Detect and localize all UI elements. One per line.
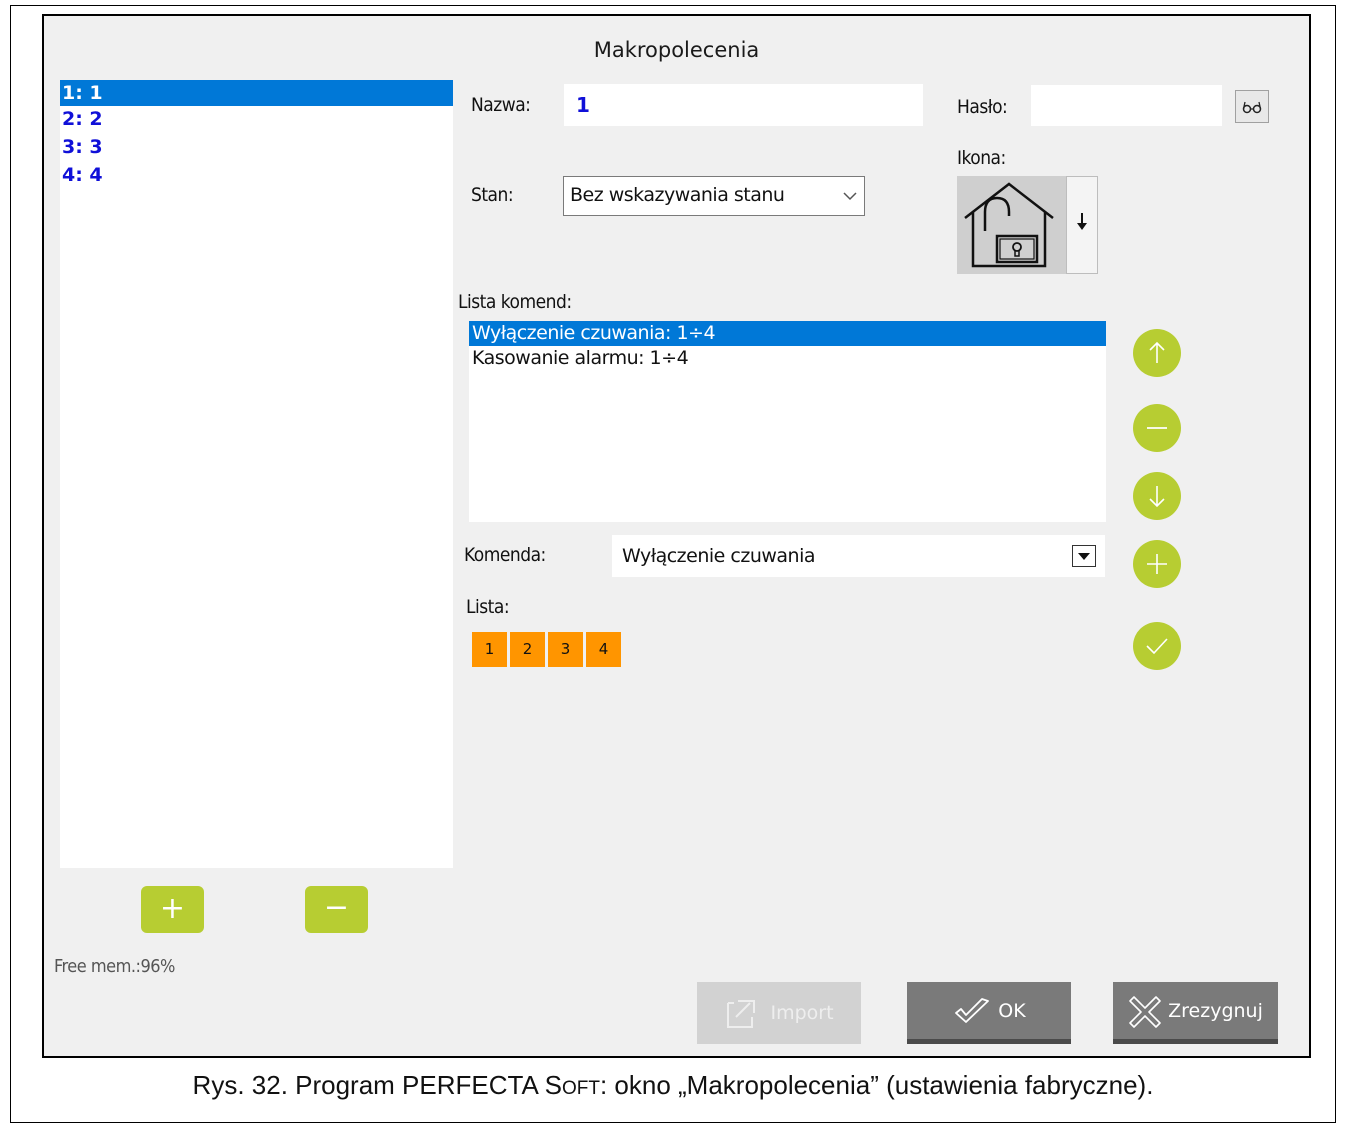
lista-item[interactable]: 1: [472, 632, 507, 667]
confirm-command-button[interactable]: [1133, 622, 1181, 670]
check-icon: [1146, 638, 1168, 655]
name-value: 1: [576, 93, 590, 117]
arrow-down-icon: [1077, 213, 1087, 230]
cancel-button[interactable]: Zrezygnuj: [1113, 982, 1278, 1044]
import-icon: [727, 999, 756, 1028]
command-label: Komenda:: [464, 544, 546, 566]
macro-list-item[interactable]: 3: 3: [60, 134, 453, 162]
import-label: Import: [770, 1002, 834, 1024]
macro-list-item[interactable]: 1: 1: [60, 80, 453, 106]
add-macro-button[interactable]: +: [141, 886, 204, 933]
command-select[interactable]: Wyłączenie czuwania: [612, 535, 1105, 577]
command-list-item[interactable]: Kasowanie alarmu: 1÷4: [469, 346, 1106, 371]
name-label: Nazwa:: [471, 94, 531, 116]
close-icon: [1129, 995, 1161, 1028]
makropolecenia-window: Makropolecenia 1: 1 2: 2 3: 3 4: 4 + − F…: [42, 14, 1311, 1058]
caption-small-caps: OFT: [561, 1078, 600, 1099]
macro-list-item[interactable]: 4: 4: [60, 162, 453, 190]
macro-list[interactable]: 1: 1 2: 2 3: 3 4: 4: [60, 80, 453, 868]
arrow-up-icon: [1149, 341, 1165, 363]
name-field[interactable]: 1: [564, 84, 923, 126]
command-dropdown-button[interactable]: [1072, 545, 1096, 567]
ok-button[interactable]: OK: [907, 982, 1071, 1044]
lista-item[interactable]: 2: [510, 632, 545, 667]
caption-suffix: : okno „Makropolecenia” (ustawienia fabr…: [599, 1070, 1154, 1100]
caption-prefix: Rys. 32. Program PERFECTA S: [192, 1070, 562, 1100]
move-down-button[interactable]: [1133, 472, 1181, 520]
command-list[interactable]: Wyłączenie czuwania: 1÷4 Kasowanie alarm…: [469, 321, 1106, 522]
remove-command-button[interactable]: [1133, 404, 1181, 452]
icon-label: Ikona:: [957, 147, 1006, 169]
window-title: Makropolecenia: [593, 38, 760, 62]
add-command-button[interactable]: [1133, 540, 1181, 588]
plus-icon: [1147, 554, 1167, 574]
command-value: Wyłączenie czuwania: [622, 545, 816, 567]
lista-item[interactable]: 3: [548, 632, 583, 667]
command-list-label: Lista komend:: [458, 291, 572, 313]
import-button[interactable]: Import: [697, 982, 861, 1044]
command-list-item[interactable]: Wyłączenie czuwania: 1÷4: [469, 321, 1106, 346]
free-memory-label: Free mem.:96%: [54, 956, 175, 977]
figure-caption: Rys. 32. Program PERFECTA SOFT: okno „Ma…: [0, 1070, 1346, 1101]
check-icon: [955, 997, 990, 1023]
state-label: Stan:: [471, 184, 514, 206]
password-field[interactable]: [1031, 85, 1222, 126]
lista-item[interactable]: 4: [586, 632, 621, 667]
minus-icon: [1147, 427, 1167, 429]
state-select[interactable]: Bez wskazywania stanu: [563, 176, 865, 216]
cancel-label: Zrezygnuj: [1168, 1000, 1263, 1022]
ok-label: OK: [998, 1000, 1026, 1022]
glasses-icon: [1242, 101, 1262, 114]
lista-label: Lista:: [466, 596, 510, 618]
remove-macro-button[interactable]: −: [305, 886, 368, 933]
icon-preview[interactable]: [957, 176, 1067, 274]
icon-dropdown-button[interactable]: [1066, 176, 1098, 274]
move-up-button[interactable]: [1133, 329, 1181, 377]
arrow-down-icon: [1149, 486, 1165, 508]
macro-list-item[interactable]: 2: 2: [60, 106, 453, 134]
triangle-down-icon: [1078, 553, 1090, 560]
chevron-down-icon: [843, 192, 857, 201]
password-label: Hasło:: [957, 96, 1008, 118]
state-value: Bez wskazywania stanu: [570, 184, 785, 206]
show-password-button[interactable]: [1235, 90, 1269, 123]
house-unlocked-icon: [964, 182, 1054, 268]
